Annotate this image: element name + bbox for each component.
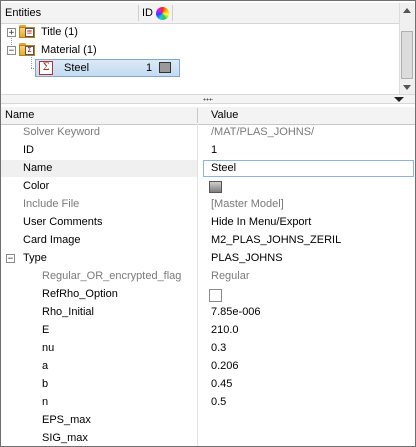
dropdown-arrow-icon[interactable] bbox=[394, 97, 404, 102]
property-value[interactable]: PLAS_JOHNS bbox=[211, 252, 283, 264]
value-column-header[interactable]: Value bbox=[211, 109, 238, 121]
property-name: a bbox=[42, 360, 49, 372]
property-name: SIG_max bbox=[42, 432, 88, 444]
property-value[interactable]: 1 bbox=[211, 144, 217, 156]
property-row-type[interactable]: − Type PLAS_JOHNS bbox=[1, 250, 415, 268]
property-value[interactable]: Hide In Menu/Export bbox=[211, 216, 311, 228]
property-name: Rho_Initial bbox=[42, 306, 94, 318]
tree-item-label: Steel bbox=[64, 62, 90, 74]
property-value[interactable]: 0.45 bbox=[211, 378, 232, 390]
property-name: Color bbox=[23, 180, 50, 192]
property-name: n bbox=[42, 396, 49, 408]
tree-item-id: 1 bbox=[146, 62, 153, 74]
property-name: Name bbox=[23, 162, 53, 174]
folder-icon: ≡ bbox=[19, 25, 35, 38]
property-value: Regular bbox=[211, 270, 250, 282]
property-row-a[interactable]: a 0.206 bbox=[1, 358, 415, 376]
property-name: Type bbox=[23, 252, 47, 264]
title-icon: ≡ bbox=[25, 28, 34, 37]
property-name: Solver Keyword bbox=[23, 126, 101, 138]
property-row-card-image[interactable]: Card Image M2_PLAS_JOHNS_ZERIL bbox=[1, 232, 415, 250]
property-value[interactable]: 0.5 bbox=[211, 396, 226, 408]
column-separator[interactable] bbox=[172, 5, 173, 21]
folder-icon: Σ bbox=[19, 43, 35, 56]
property-value: /MAT/PLAS_JOHNS/ bbox=[211, 126, 315, 138]
property-name: RefRho_Option bbox=[42, 288, 118, 300]
tree-item-material[interactable]: − Σ Material (1) bbox=[1, 41, 399, 59]
property-row-rho-initial[interactable]: Rho_Initial 7.85e-006 bbox=[1, 304, 415, 322]
name-column-header[interactable]: Name bbox=[5, 109, 34, 121]
property-value[interactable]: 210.0 bbox=[211, 324, 239, 336]
property-name: b bbox=[42, 378, 49, 390]
tree-item-title[interactable]: + ≡ Title (1) bbox=[1, 23, 399, 41]
expand-icon[interactable]: + bbox=[7, 28, 16, 38]
property-value[interactable]: 0.3 bbox=[211, 342, 226, 354]
property-value[interactable]: 0.206 bbox=[211, 360, 239, 372]
property-row-sig-max[interactable]: SIG_max bbox=[1, 430, 415, 446]
refrho-option-checkbox[interactable] bbox=[209, 289, 222, 302]
tree-scrollbar[interactable] bbox=[399, 3, 415, 95]
property-name: Include File bbox=[23, 198, 80, 210]
collapse-icon[interactable]: − bbox=[7, 46, 16, 56]
color-swatch[interactable] bbox=[209, 181, 222, 193]
entity-tree-panel: Entities ID + ≡ Title (1) − Σ Material (… bbox=[1, 1, 415, 97]
collapse-icon[interactable]: − bbox=[6, 254, 15, 264]
property-name: User Comments bbox=[23, 216, 103, 228]
property-row-eps-max[interactable]: EPS_max bbox=[1, 412, 415, 430]
property-row-nu[interactable]: nu 0.3 bbox=[1, 340, 415, 358]
property-name: Card Image bbox=[23, 234, 81, 246]
property-grid-header: Name Value bbox=[1, 107, 415, 125]
column-separator[interactable] bbox=[138, 5, 139, 21]
property-value[interactable]: M2_PLAS_JOHNS_ZERIL bbox=[211, 234, 341, 246]
color-column-icon[interactable] bbox=[156, 7, 169, 20]
id-column-header[interactable]: ID bbox=[142, 7, 153, 19]
property-name: EPS_max bbox=[42, 414, 91, 426]
tree-item-label: Title (1) bbox=[41, 26, 78, 38]
property-row-b[interactable]: b 0.45 bbox=[1, 376, 415, 394]
material-icon: Σ bbox=[25, 46, 34, 55]
property-row-refrho-option[interactable]: RefRho_Option bbox=[1, 286, 415, 304]
property-value: [Master Model] bbox=[211, 198, 284, 210]
property-row-include-file[interactable]: Include File [Master Model] bbox=[1, 196, 415, 214]
scroll-thumb[interactable] bbox=[401, 31, 413, 79]
column-separator[interactable] bbox=[197, 108, 198, 123]
property-row-n[interactable]: n 0.5 bbox=[1, 394, 415, 412]
color-swatch[interactable] bbox=[159, 62, 171, 73]
property-value[interactable]: 7.85e-006 bbox=[211, 306, 261, 318]
tree-header: Entities ID bbox=[1, 3, 399, 24]
property-name: Regular_OR_encrypted_flag bbox=[42, 270, 182, 282]
splitter-grip-icon[interactable] bbox=[203, 98, 213, 101]
material-icon: Σ bbox=[39, 61, 53, 75]
scroll-down-icon[interactable] bbox=[403, 85, 411, 90]
property-row-id[interactable]: ID 1 bbox=[1, 142, 415, 160]
tree-item-label: Material (1) bbox=[41, 44, 97, 56]
property-row-color[interactable]: Color bbox=[1, 178, 415, 196]
property-name: nu bbox=[42, 342, 55, 354]
property-row-regular-or-encrypted-flag[interactable]: Regular_OR_encrypted_flag Regular bbox=[1, 268, 415, 286]
property-name: ID bbox=[23, 144, 34, 156]
entities-column-header[interactable]: Entities bbox=[5, 7, 41, 19]
property-name: E bbox=[42, 324, 50, 336]
panel-splitter[interactable] bbox=[1, 94, 415, 104]
property-row-name[interactable]: Name Steel bbox=[1, 160, 415, 178]
scroll-up-icon[interactable] bbox=[403, 8, 411, 13]
entity-editor-window: Entities ID + ≡ Title (1) − Σ Material (… bbox=[0, 0, 416, 447]
property-row-user-comments[interactable]: User Comments Hide In Menu/Export bbox=[1, 214, 415, 232]
property-row-e[interactable]: E 210.0 bbox=[1, 322, 415, 340]
property-row-solver-keyword[interactable]: Solver Keyword /MAT/PLAS_JOHNS/ bbox=[1, 124, 415, 142]
property-value[interactable]: Steel bbox=[211, 162, 236, 174]
